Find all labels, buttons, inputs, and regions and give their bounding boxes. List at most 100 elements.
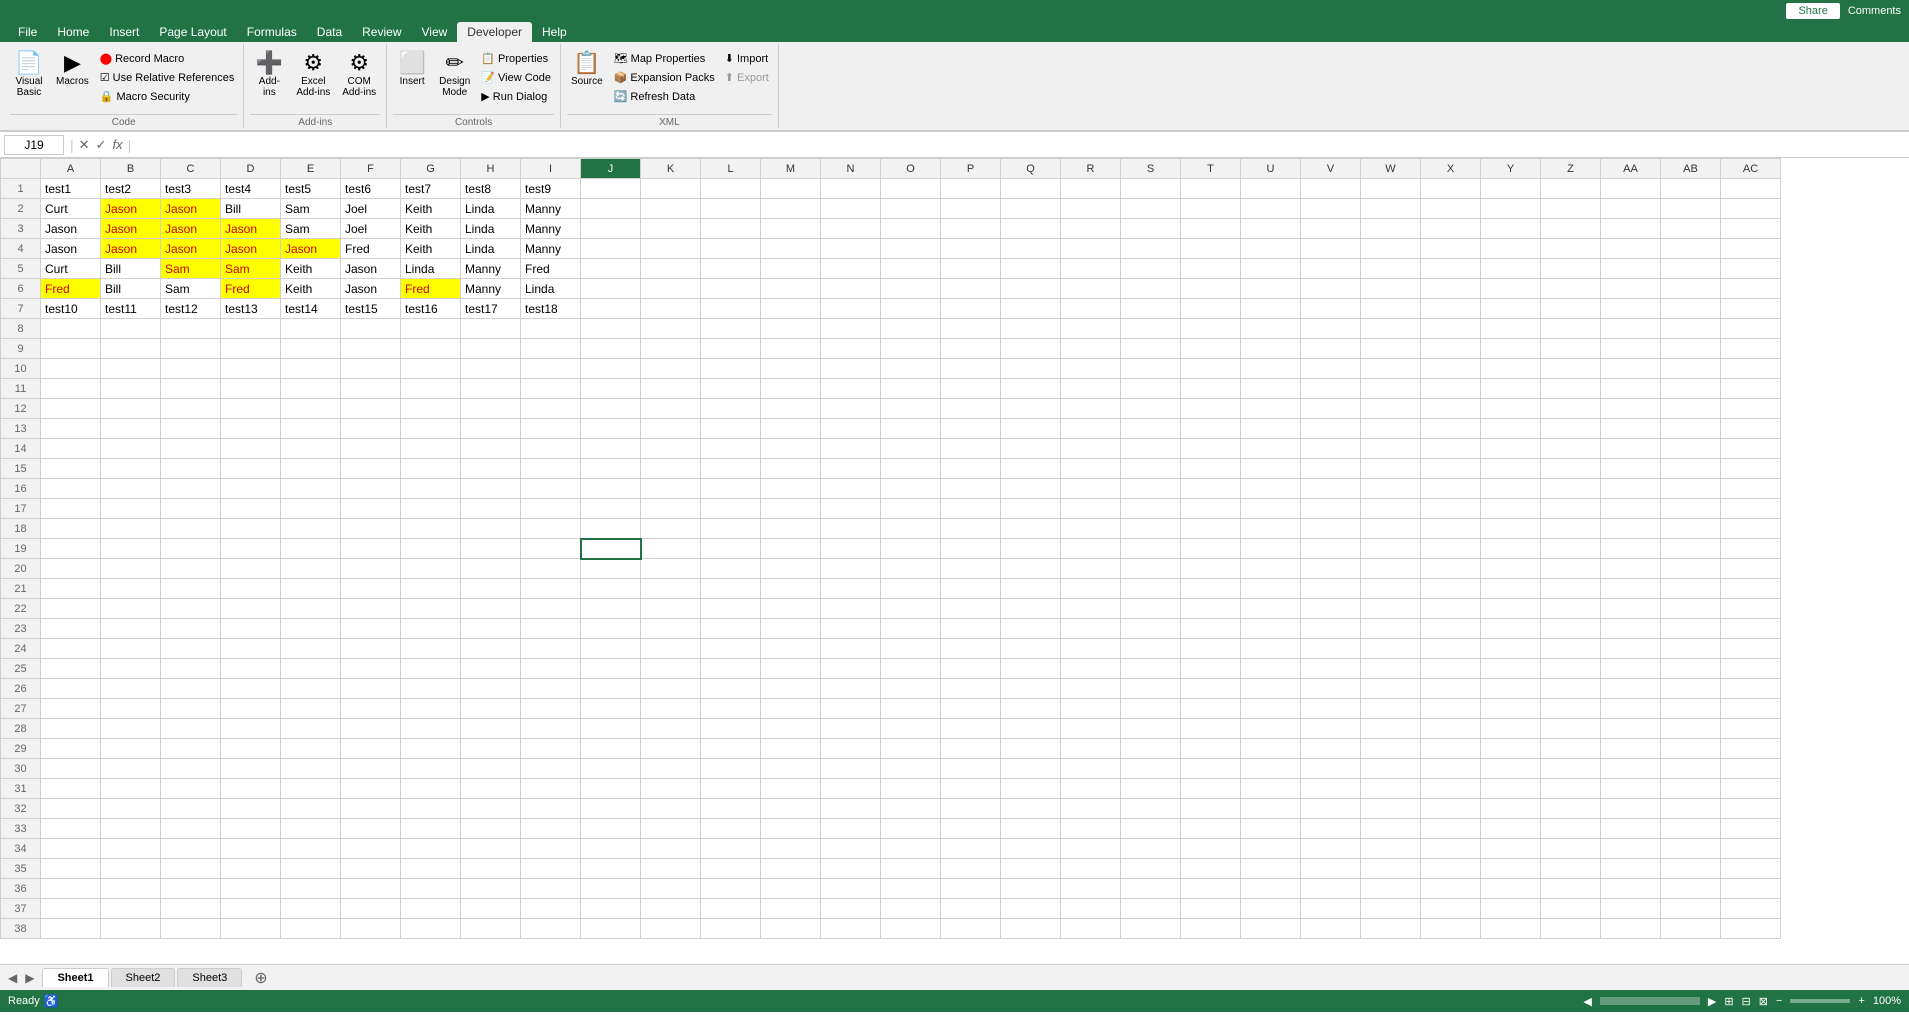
cell-J10[interactable] — [581, 359, 641, 379]
cell-A36[interactable] — [41, 879, 101, 899]
cell-Z37[interactable] — [1541, 899, 1601, 919]
cell-AC32[interactable] — [1721, 799, 1781, 819]
cell-R7[interactable] — [1061, 299, 1121, 319]
cell-S14[interactable] — [1121, 439, 1181, 459]
cell-F20[interactable] — [341, 559, 401, 579]
cell-C38[interactable] — [161, 919, 221, 939]
cell-W17[interactable] — [1361, 499, 1421, 519]
cell-AA27[interactable] — [1601, 699, 1661, 719]
cell-Y11[interactable] — [1481, 379, 1541, 399]
cell-L36[interactable] — [701, 879, 761, 899]
cell-S9[interactable] — [1121, 339, 1181, 359]
cell-L28[interactable] — [701, 719, 761, 739]
cell-AA9[interactable] — [1601, 339, 1661, 359]
cell-K30[interactable] — [641, 759, 701, 779]
cell-F17[interactable] — [341, 499, 401, 519]
cell-V15[interactable] — [1301, 459, 1361, 479]
row-header-37[interactable]: 37 — [1, 899, 41, 919]
cell-C9[interactable] — [161, 339, 221, 359]
cell-H16[interactable] — [461, 479, 521, 499]
cell-AA16[interactable] — [1601, 479, 1661, 499]
cell-AC30[interactable] — [1721, 759, 1781, 779]
cell-R9[interactable] — [1061, 339, 1121, 359]
cell-G1[interactable]: test7 — [401, 179, 461, 199]
cell-C24[interactable] — [161, 639, 221, 659]
cell-Z26[interactable] — [1541, 679, 1601, 699]
cell-N2[interactable] — [821, 199, 881, 219]
scroll-right-btn[interactable]: ▶ — [1708, 995, 1716, 1008]
cell-X27[interactable] — [1421, 699, 1481, 719]
cell-V25[interactable] — [1301, 659, 1361, 679]
cell-L7[interactable] — [701, 299, 761, 319]
cell-L35[interactable] — [701, 859, 761, 879]
cell-H28[interactable] — [461, 719, 521, 739]
row-header-31[interactable]: 31 — [1, 779, 41, 799]
cell-G28[interactable] — [401, 719, 461, 739]
row-header-4[interactable]: 4 — [1, 239, 41, 259]
cell-Z28[interactable] — [1541, 719, 1601, 739]
cell-H25[interactable] — [461, 659, 521, 679]
cell-J4[interactable] — [581, 239, 641, 259]
cell-F16[interactable] — [341, 479, 401, 499]
cell-C20[interactable] — [161, 559, 221, 579]
cell-H30[interactable] — [461, 759, 521, 779]
sheet-tab-sheet3[interactable]: Sheet3 — [177, 968, 242, 987]
cell-H36[interactable] — [461, 879, 521, 899]
cell-F23[interactable] — [341, 619, 401, 639]
cell-F36[interactable] — [341, 879, 401, 899]
cell-P26[interactable] — [941, 679, 1001, 699]
cell-B27[interactable] — [101, 699, 161, 719]
cell-D19[interactable] — [221, 539, 281, 559]
cell-N21[interactable] — [821, 579, 881, 599]
cell-Q21[interactable] — [1001, 579, 1061, 599]
cell-G35[interactable] — [401, 859, 461, 879]
cell-I1[interactable]: test9 — [521, 179, 581, 199]
cell-X11[interactable] — [1421, 379, 1481, 399]
cell-C6[interactable]: Sam — [161, 279, 221, 299]
cell-I7[interactable]: test18 — [521, 299, 581, 319]
cell-R36[interactable] — [1061, 879, 1121, 899]
cell-D15[interactable] — [221, 459, 281, 479]
cell-E24[interactable] — [281, 639, 341, 659]
cell-O34[interactable] — [881, 839, 941, 859]
cell-E16[interactable] — [281, 479, 341, 499]
cell-W29[interactable] — [1361, 739, 1421, 759]
cell-I27[interactable] — [521, 699, 581, 719]
col-header-AA[interactable]: AA — [1601, 159, 1661, 179]
cell-O5[interactable] — [881, 259, 941, 279]
cell-J36[interactable] — [581, 879, 641, 899]
cell-J22[interactable] — [581, 599, 641, 619]
cell-G7[interactable]: test16 — [401, 299, 461, 319]
cell-A7[interactable]: test10 — [41, 299, 101, 319]
cell-AB13[interactable] — [1661, 419, 1721, 439]
cell-M18[interactable] — [761, 519, 821, 539]
cell-M21[interactable] — [761, 579, 821, 599]
cell-W3[interactable] — [1361, 219, 1421, 239]
cell-P38[interactable] — [941, 919, 1001, 939]
cell-X5[interactable] — [1421, 259, 1481, 279]
row-header-30[interactable]: 30 — [1, 759, 41, 779]
cell-L27[interactable] — [701, 699, 761, 719]
cell-L23[interactable] — [701, 619, 761, 639]
cell-M37[interactable] — [761, 899, 821, 919]
cell-L15[interactable] — [701, 459, 761, 479]
cell-Z17[interactable] — [1541, 499, 1601, 519]
cell-AC20[interactable] — [1721, 559, 1781, 579]
cell-E5[interactable]: Keith — [281, 259, 341, 279]
col-header-P[interactable]: P — [941, 159, 1001, 179]
cell-K6[interactable] — [641, 279, 701, 299]
cell-R14[interactable] — [1061, 439, 1121, 459]
cell-W27[interactable] — [1361, 699, 1421, 719]
cell-N35[interactable] — [821, 859, 881, 879]
cell-M14[interactable] — [761, 439, 821, 459]
cell-P33[interactable] — [941, 819, 1001, 839]
cell-Z34[interactable] — [1541, 839, 1601, 859]
cell-C31[interactable] — [161, 779, 221, 799]
cell-V22[interactable] — [1301, 599, 1361, 619]
cell-N4[interactable] — [821, 239, 881, 259]
menu-tab-help[interactable]: Help — [532, 22, 577, 42]
cell-D17[interactable] — [221, 499, 281, 519]
cell-AB12[interactable] — [1661, 399, 1721, 419]
cell-L13[interactable] — [701, 419, 761, 439]
cell-N20[interactable] — [821, 559, 881, 579]
